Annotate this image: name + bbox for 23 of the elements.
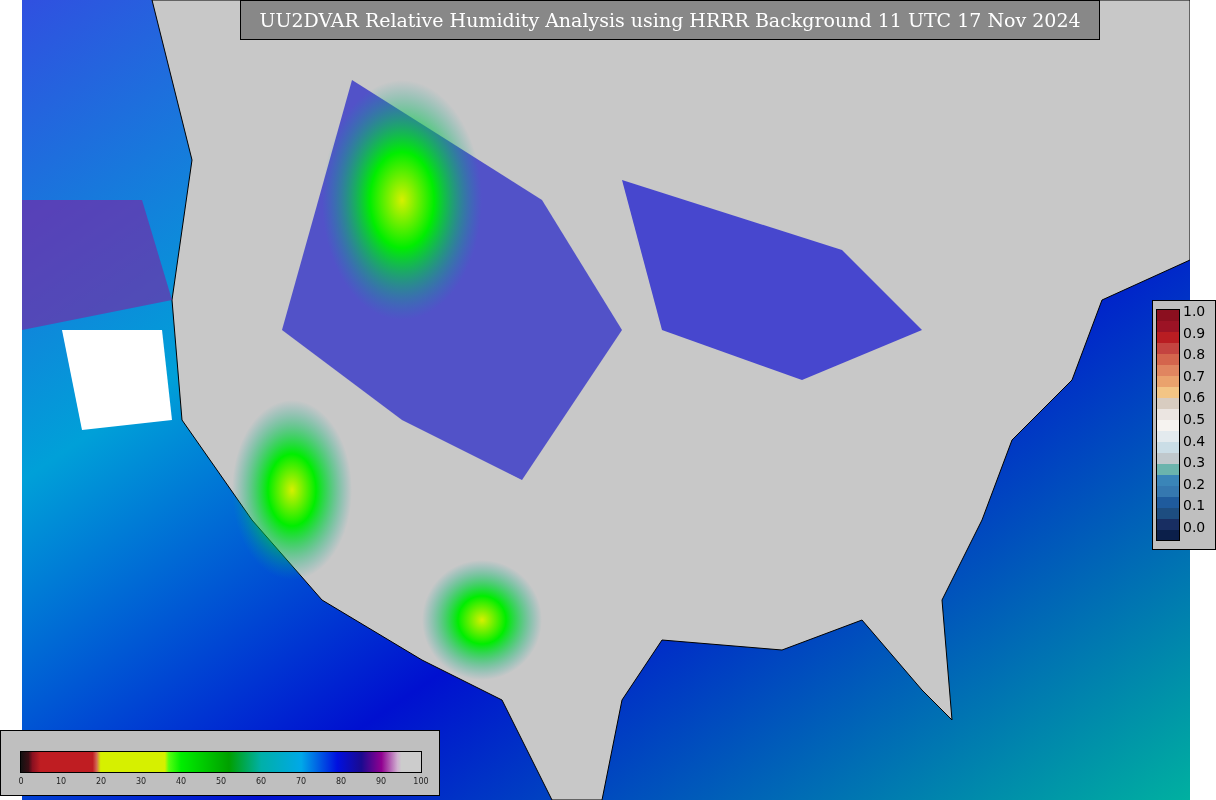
- tick-label: 10: [54, 776, 68, 788]
- map-title: UU2DVAR Relative Humidity Analysis using HRRR Background 11 UTC 17 Nov 2024: [240, 0, 1100, 40]
- tick-label: 60: [254, 776, 268, 788]
- tick-label: 50: [214, 776, 228, 788]
- tick-label: 0.0: [1183, 518, 1206, 535]
- tick-label: 100: [412, 776, 430, 788]
- tick-label: 90: [374, 776, 388, 788]
- tick-label: 0: [17, 776, 25, 788]
- tick-label: 0.3: [1183, 454, 1206, 471]
- tick-label: 1.0: [1183, 303, 1206, 319]
- tick-label: 0.6: [1183, 389, 1206, 406]
- tick-label: 0.5: [1183, 410, 1206, 427]
- tick-label: 0.2: [1183, 475, 1206, 492]
- tick-label: 20: [94, 776, 108, 788]
- tick-label: 0.8: [1183, 346, 1206, 363]
- tick-label: 40: [174, 776, 188, 788]
- tick-label: 0.7: [1183, 367, 1206, 384]
- tick-label: 80: [334, 776, 348, 788]
- tick-label: 70: [294, 776, 308, 788]
- tick-label: 0.1: [1183, 497, 1206, 514]
- tick-label: 0.4: [1183, 432, 1206, 449]
- tick-label: 0.9: [1183, 324, 1206, 341]
- tick-label: 30: [134, 776, 148, 788]
